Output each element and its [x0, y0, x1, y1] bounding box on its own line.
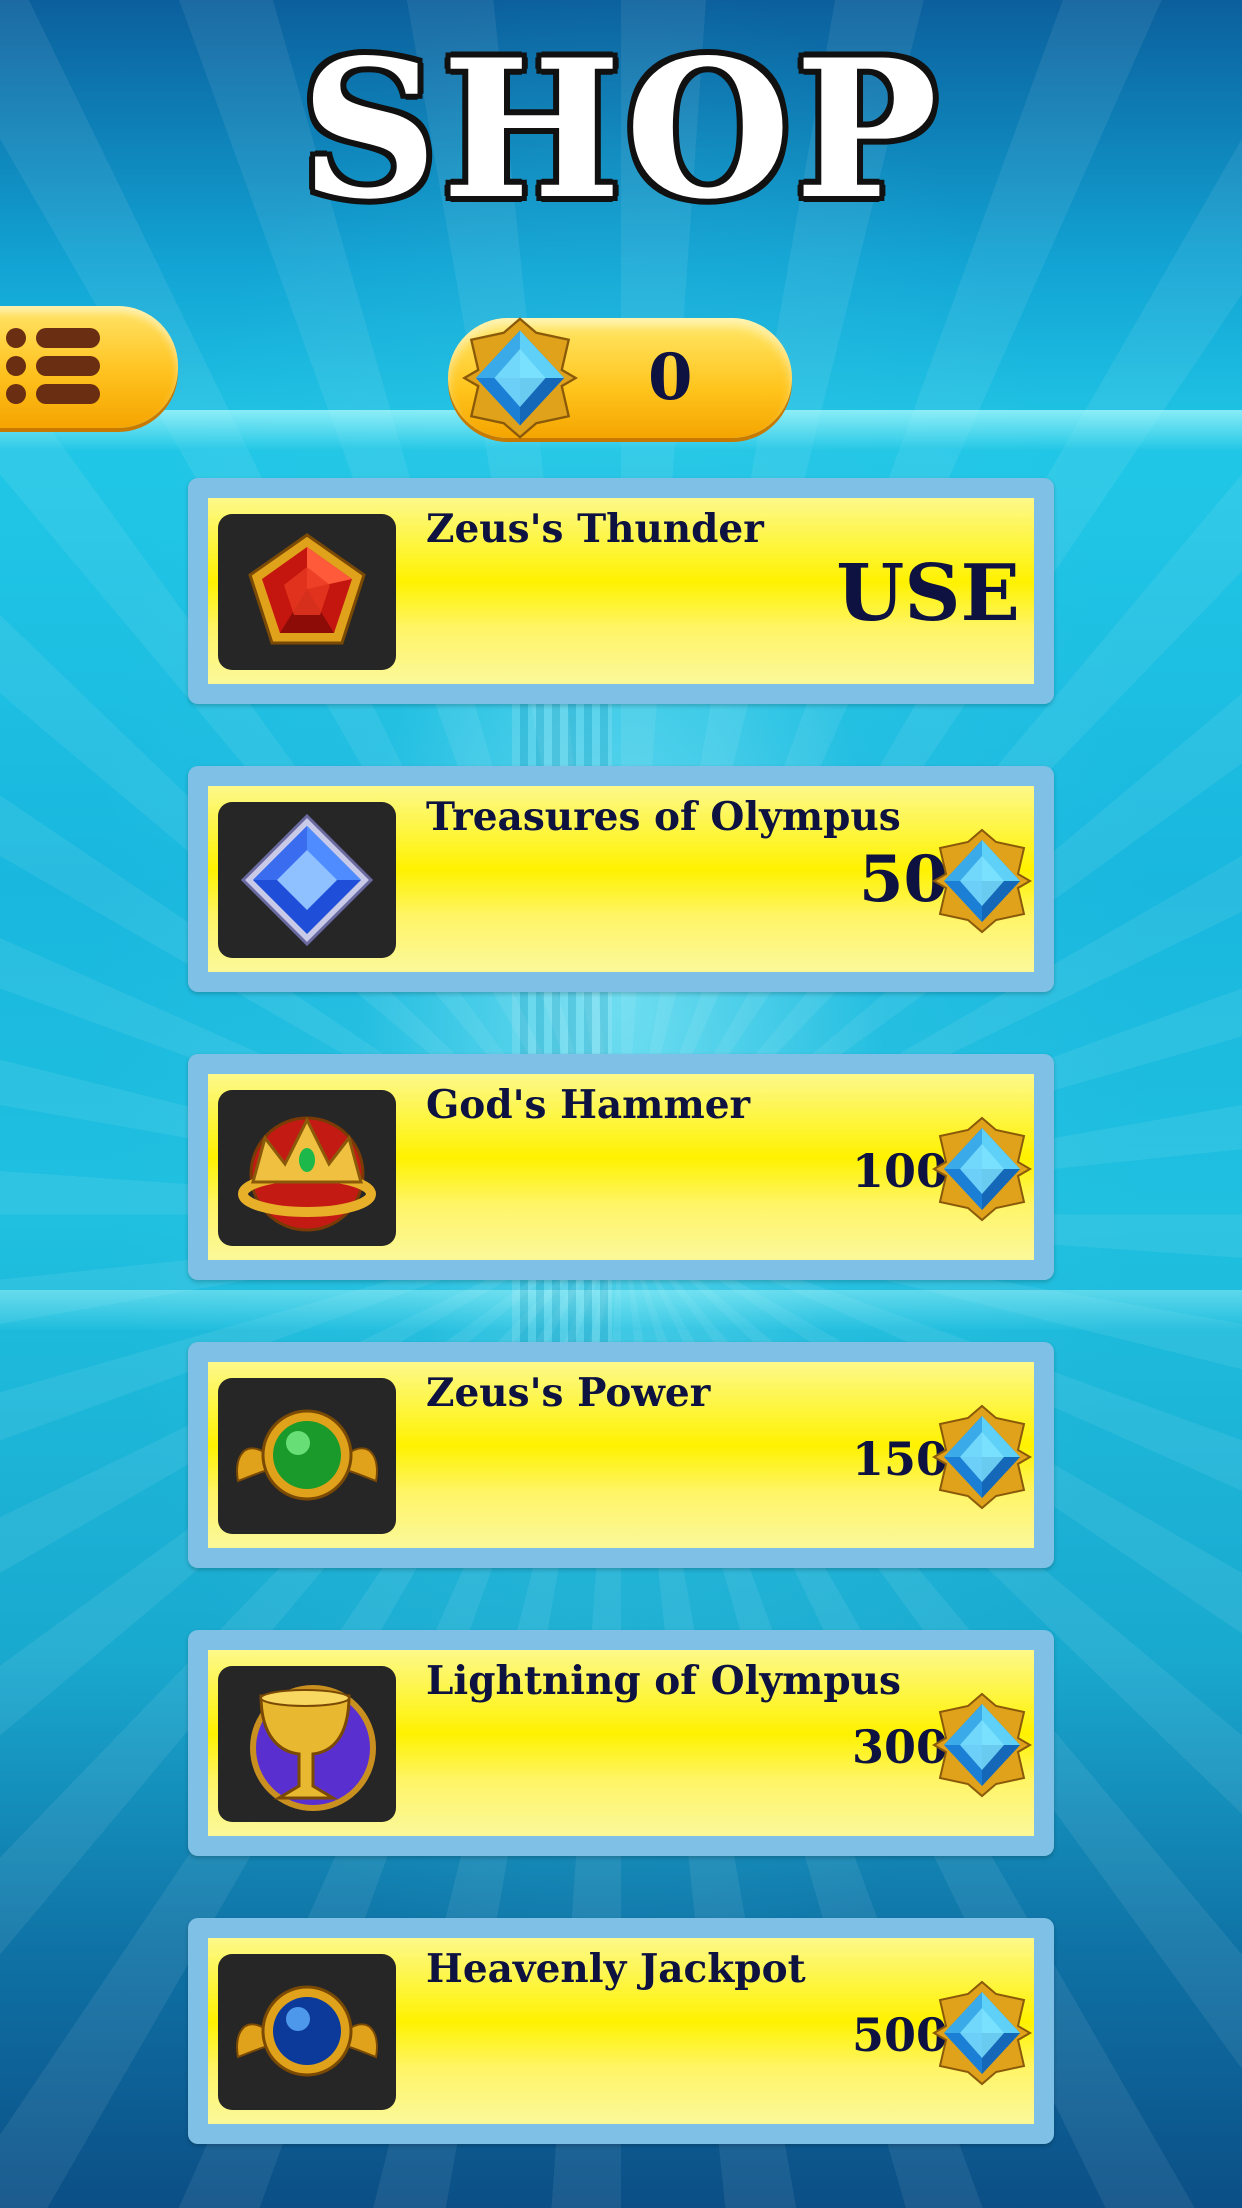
shop-item-zeus-power[interactable]: Zeus's Power 150	[188, 1342, 1054, 1568]
item-thumbnail	[218, 802, 396, 958]
green-winged-orb-icon	[236, 1409, 378, 1501]
item-thumbnail	[218, 1954, 396, 2110]
blue-gem-icon	[462, 316, 578, 440]
menu-button[interactable]	[0, 306, 178, 428]
shop-item-gods-hammer[interactable]: God's Hammer 100	[188, 1054, 1054, 1280]
item-thumbnail	[218, 1666, 396, 1822]
item-name: Heavenly Jackpot	[426, 1946, 806, 1992]
blue-gem-icon	[932, 1980, 1032, 2086]
item-name: God's Hammer	[426, 1082, 751, 1128]
blue-winged-orb-icon	[236, 1985, 378, 2077]
gem-balance: 0	[448, 318, 792, 438]
golden-crown-icon	[238, 1116, 376, 1232]
item-thumbnail	[218, 514, 396, 670]
gem-balance-value: 0	[648, 340, 693, 415]
item-thumbnail	[218, 1378, 396, 1534]
item-name: Lightning of Olympus	[426, 1658, 901, 1704]
blue-gem-icon	[932, 1116, 1032, 1222]
shop-item-heavenly-jackpot[interactable]: Heavenly Jackpot 500	[188, 1918, 1054, 2144]
red-pentagon-gem-icon	[248, 533, 366, 645]
item-name: Treasures of Olympus	[426, 794, 901, 840]
item-name: Zeus's Power	[426, 1370, 711, 1416]
blue-diamond-gem-icon	[240, 813, 374, 947]
shop-item-lightning-of-olympus[interactable]: Lightning of Olympus 300	[188, 1630, 1054, 1856]
item-name: Zeus's Thunder	[426, 506, 764, 552]
shop-item-zeus-thunder[interactable]: Zeus's Thunder USE	[188, 478, 1054, 704]
use-button[interactable]: USE	[836, 548, 1020, 639]
golden-chalice-icon	[250, 1685, 376, 1811]
item-thumbnail	[218, 1090, 396, 1246]
blue-gem-icon	[932, 1692, 1032, 1798]
shop-item-treasures-of-olympus[interactable]: Treasures of Olympus 50	[188, 766, 1054, 992]
background-ledge-lower	[0, 1290, 1242, 1330]
blue-gem-icon	[932, 1404, 1032, 1510]
blue-gem-icon	[932, 828, 1032, 934]
page-title: SHOP	[300, 18, 942, 241]
